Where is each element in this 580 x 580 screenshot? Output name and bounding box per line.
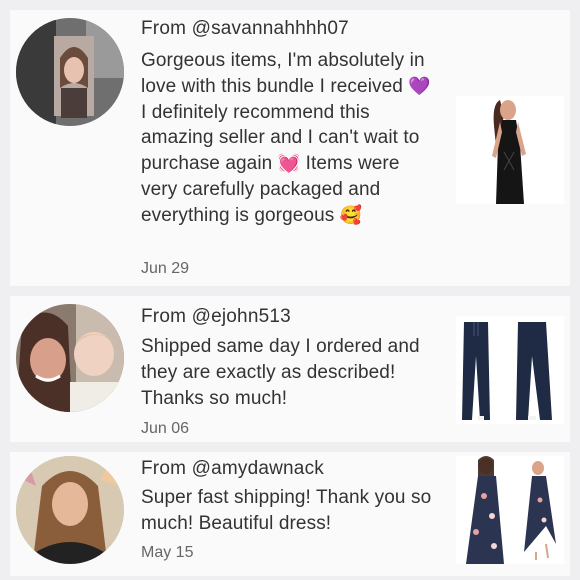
floral-dress-icon bbox=[456, 456, 564, 564]
reviewer-avatar[interactable] bbox=[16, 456, 124, 564]
review-message: Shipped same day I ordered and they are … bbox=[141, 336, 420, 409]
smiling-hearts-icon: 🥰 bbox=[339, 204, 363, 226]
review-date: May 15 bbox=[141, 544, 194, 561]
reviewer-avatar[interactable] bbox=[16, 304, 124, 412]
review-date: Jun 29 bbox=[141, 260, 190, 277]
review-from[interactable]: From @ejohn513 bbox=[141, 306, 291, 328]
product-thumbnail[interactable] bbox=[456, 316, 564, 424]
purple-heart-icon: 💜 bbox=[408, 75, 431, 97]
product-thumbnail[interactable] bbox=[456, 96, 564, 204]
review-card: From @amydawnack Super fast shipping! Th… bbox=[10, 452, 570, 576]
review-from[interactable]: From @savannahhhh07 bbox=[141, 18, 349, 40]
user-photo-icon bbox=[16, 304, 124, 412]
beating-heart-icon: 💓 bbox=[277, 153, 301, 175]
review-message: Gorgeous items, I'm absolutely in love w… bbox=[141, 50, 431, 226]
navy-pants-icon bbox=[456, 316, 564, 424]
reviewer-avatar[interactable] bbox=[16, 18, 124, 126]
review-from[interactable]: From @amydawnack bbox=[141, 458, 324, 480]
user-photo-icon bbox=[16, 18, 124, 126]
review-card: From @savannahhhh07 Gorgeous items, I'm … bbox=[10, 10, 570, 286]
product-thumbnail[interactable] bbox=[456, 456, 564, 564]
review-message: Super fast shipping! Thank you so much! … bbox=[141, 487, 432, 534]
black-jumpsuit-icon bbox=[456, 96, 564, 204]
review-date: Jun 06 bbox=[141, 420, 190, 437]
user-photo-icon bbox=[16, 456, 124, 564]
review-card: From @ejohn513 Shipped same day I ordere… bbox=[10, 296, 570, 442]
